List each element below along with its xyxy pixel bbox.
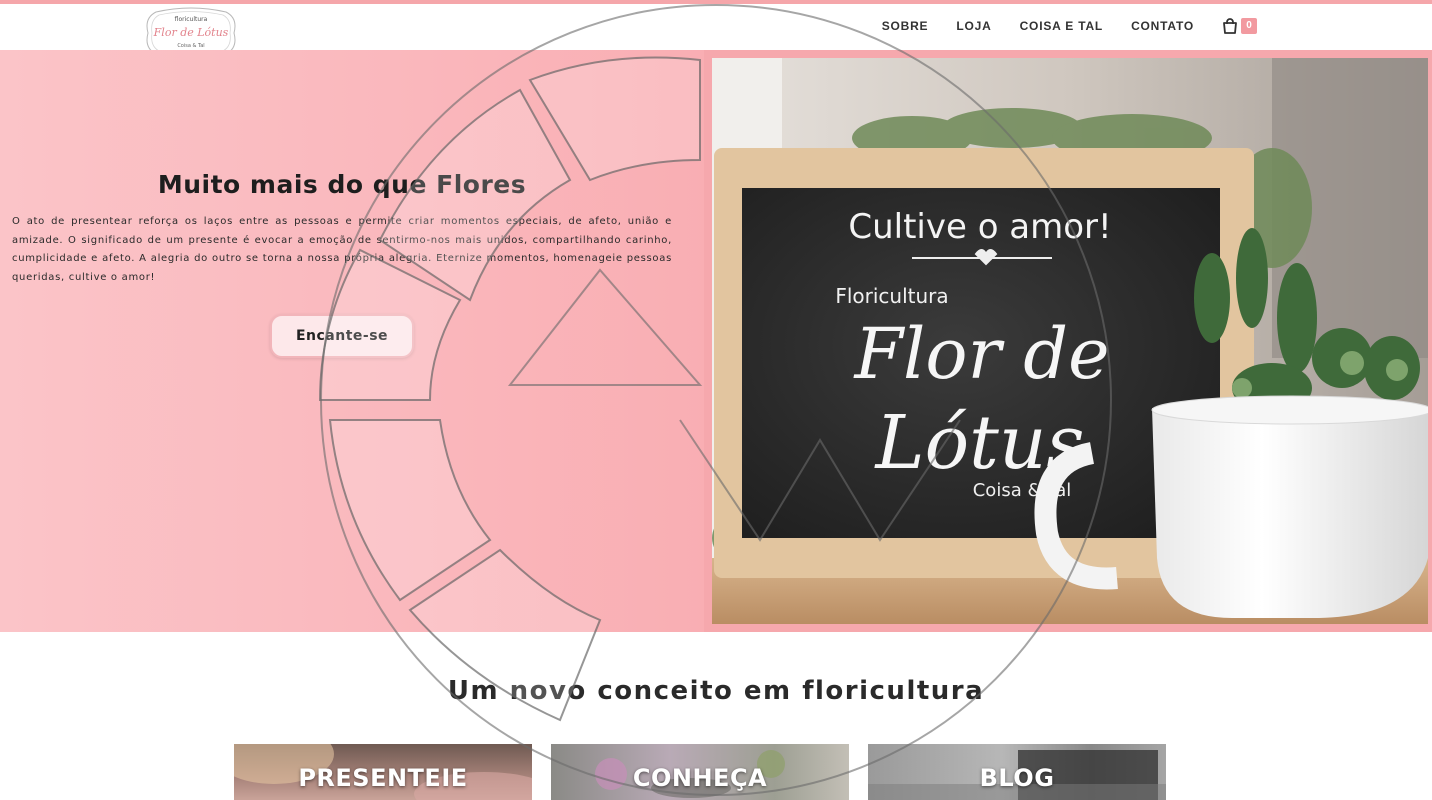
nav-loja[interactable]: LOJA xyxy=(956,19,991,33)
site-header: floricultura Flor de Lótus Coisa & Tal S… xyxy=(0,4,1432,59)
hero-photo: Cultive o amor! Floricultura Flor de Lót… xyxy=(712,58,1428,624)
encante-se-button[interactable]: Encante-se xyxy=(270,314,414,358)
hero-image-frame: Cultive o amor! Floricultura Flor de Lót… xyxy=(704,50,1432,632)
feature-cards: PRESENTEIE CONHEÇA BLOG xyxy=(0,744,1432,800)
card-presenteie[interactable]: PRESENTEIE xyxy=(234,744,532,800)
chalkboard-photo: Cultive o amor! Floricultura Flor de Lót… xyxy=(712,58,1428,624)
board-text-floricultura: Floricultura xyxy=(835,284,948,308)
logo-line-1: floricultura xyxy=(175,16,208,23)
cart-button[interactable]: 0 xyxy=(1221,16,1259,38)
card-presenteie-label: PRESENTEIE xyxy=(298,764,468,792)
card-conheca-label: CONHEÇA xyxy=(632,764,768,792)
logo-line-3: Coisa & Tal xyxy=(177,43,204,49)
card-conheca[interactable]: CONHEÇA xyxy=(551,744,849,800)
hero-section: Muito mais do que Flores O ato de presen… xyxy=(0,50,1432,632)
hero-paragraph: O ato de presentear reforça os laços ent… xyxy=(12,216,672,283)
card-blog[interactable]: BLOG xyxy=(868,744,1166,800)
board-text-cultive: Cultive o amor! xyxy=(848,207,1111,247)
hero-title: Muito mais do que Flores xyxy=(157,170,527,199)
logo-line-2: Flor de Lótus xyxy=(153,26,229,39)
main-nav: SOBRE LOJA COISA E TAL CONTATO xyxy=(854,4,1194,48)
section-title: Um novo conceito em floricultura xyxy=(447,676,985,706)
nav-contato[interactable]: CONTATO xyxy=(1131,19,1194,33)
shopping-bag-icon xyxy=(1223,18,1237,34)
nav-sobre[interactable]: SOBRE xyxy=(882,19,929,33)
board-text-flor-de: Flor de xyxy=(852,313,1109,395)
card-blog-label: BLOG xyxy=(979,764,1055,792)
nav-coisa-e-tal[interactable]: COISA E TAL xyxy=(1020,19,1103,33)
hero-text-panel: Muito mais do que Flores O ato de presen… xyxy=(0,50,710,632)
cart-count-badge: 0 xyxy=(1241,18,1257,34)
